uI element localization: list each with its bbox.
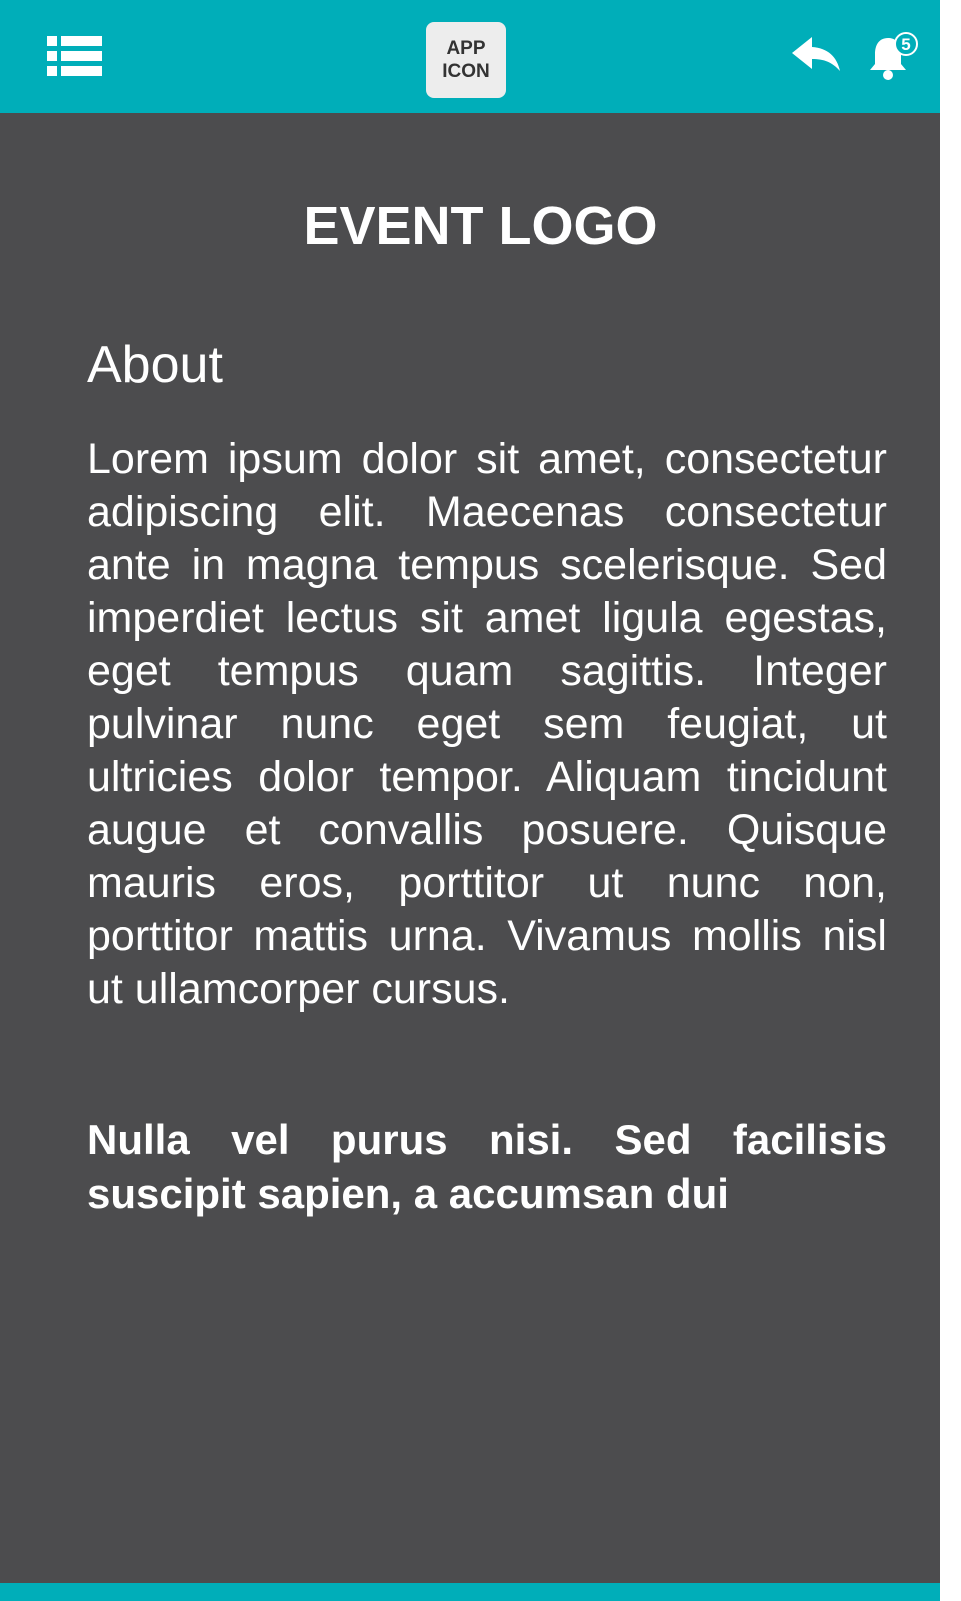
notification-badge: 5 — [894, 32, 918, 56]
app-icon-label-line2: ICON — [442, 61, 490, 82]
notifications-button[interactable]: 5 — [866, 28, 922, 84]
list-menu-icon — [47, 36, 102, 76]
back-button[interactable] — [790, 35, 842, 75]
screen-edge — [940, 0, 961, 1601]
about-description: Lorem ipsum dolor sit amet, consectetur … — [87, 435, 887, 1013]
page-title: About — [87, 336, 223, 394]
about-content: EVENT LOGO About Lorem ipsum dolor sit a… — [0, 113, 940, 1583]
app-screen: APP ICON 5 EVENT LOGO About Lorem ipsum … — [0, 0, 961, 1601]
app-icon: APP ICON — [426, 22, 506, 98]
menu-button[interactable] — [44, 34, 104, 78]
top-app-bar: APP ICON 5 — [0, 0, 940, 113]
bottom-bar — [0, 1583, 940, 1601]
reply-arrow-icon — [792, 37, 840, 71]
notification-count: 5 — [901, 35, 910, 54]
app-icon-label-line1: APP — [446, 38, 486, 59]
event-logo: EVENT LOGO — [303, 196, 658, 256]
about-highlight-text: Nulla vel purus nisi. Sed facilisis susc… — [87, 1116, 887, 1217]
